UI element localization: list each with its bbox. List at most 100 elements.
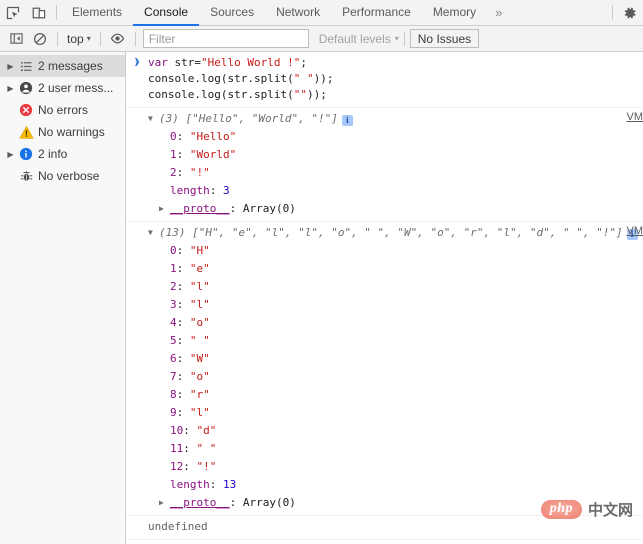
- error-icon: [17, 103, 35, 117]
- expand-arrow-icon[interactable]: ▶: [4, 62, 17, 71]
- live-expression-eye-icon[interactable]: [106, 27, 130, 51]
- filter-input[interactable]: [142, 29, 309, 48]
- tab-memory-label: Memory: [432, 5, 477, 19]
- array-length-value: 13: [223, 478, 237, 491]
- chevron-down-icon: ▾: [394, 33, 399, 43]
- expand-arrow-icon[interactable]: ▶: [4, 150, 17, 159]
- array-preview-label: ["Hello", "World", "!"]: [185, 112, 338, 125]
- inspect-element-icon[interactable]: [0, 0, 26, 26]
- sidebar-item-info-label: 2 info: [38, 147, 68, 161]
- sidebar-item-messages-label: 2 messages: [38, 59, 103, 73]
- array-item-value: "W": [189, 352, 210, 365]
- log-levels-selector[interactable]: Default levels ▾: [319, 32, 399, 46]
- execution-context-selector[interactable]: top ▾: [63, 30, 95, 48]
- array-item-row[interactable]: 7: "o": [126, 368, 643, 386]
- more-tabs-chevron-icon[interactable]: »: [487, 0, 510, 26]
- expand-triangle-icon[interactable]: ▶: [159, 494, 170, 512]
- code-string: " ": [293, 72, 314, 85]
- array-item-row[interactable]: 8: "r": [126, 386, 643, 404]
- console-log-message-2[interactable]: VM ▼ (13) ["H", "e", "l", "l", "o", " ", …: [126, 222, 643, 516]
- gear-icon[interactable]: [617, 0, 643, 26]
- tab-network[interactable]: Network: [265, 0, 331, 26]
- array-item-row[interactable]: 5: " ": [126, 332, 643, 350]
- array-item-key: 9: [170, 406, 177, 419]
- collapse-triangle-icon[interactable]: ▼: [148, 224, 159, 242]
- array-item-key: 1: [170, 148, 177, 161]
- console-message-list[interactable]: › var str="Hello World !"; console.log(s…: [126, 52, 643, 544]
- array-item-row[interactable]: 2: "l": [126, 278, 643, 296]
- tab-console[interactable]: Console: [133, 0, 200, 26]
- array-item-row[interactable]: 1: "e": [126, 260, 643, 278]
- array-length-row[interactable]: length: 13: [126, 476, 643, 494]
- command-line-3: console.log(str.split(""));: [126, 87, 643, 103]
- tab-performance[interactable]: Performance: [331, 0, 422, 26]
- tabbar-right-actions: [608, 0, 643, 25]
- collapse-triangle-icon[interactable]: ▼: [148, 110, 159, 128]
- console-command-message[interactable]: › var str="Hello World !"; console.log(s…: [126, 52, 643, 108]
- code-tail: ));: [313, 72, 334, 85]
- console-log-message-1[interactable]: VM ▼ (3) ["Hello", "World", "!"] i 0: "Hel…: [126, 108, 643, 222]
- array-preview-row-2[interactable]: ▼ (13) ["H", "e", "l", "l", "o", " ", "W"…: [126, 224, 643, 242]
- array-item-row[interactable]: 3: "l": [126, 296, 643, 314]
- toolbar-divider-4: [403, 31, 405, 46]
- code-tail: ;: [300, 56, 307, 69]
- sidebar-item-user-messages[interactable]: ▶ 2 user mess...: [0, 77, 125, 99]
- array-item-row[interactable]: 0: "Hello": [126, 128, 643, 146]
- sidebar-item-messages[interactable]: ▶ 2 messages: [0, 55, 125, 77]
- info-icon: [17, 147, 35, 161]
- array-item-row[interactable]: 10: "d": [126, 422, 643, 440]
- tab-sources[interactable]: Sources: [199, 0, 265, 26]
- array-proto-row[interactable]: ▶ __proto__: Array(0): [126, 200, 643, 218]
- array-length-key: length: [170, 184, 210, 197]
- console-prompt[interactable]: ❯: [126, 55, 643, 544]
- sidebar-item-info[interactable]: ▶ 2 info: [0, 143, 125, 165]
- array-item-key: 6: [170, 352, 177, 365]
- proto-key: __proto__: [170, 202, 230, 215]
- tab-memory[interactable]: Memory: [422, 0, 487, 26]
- no-issues-label: No Issues: [417, 31, 472, 46]
- code-string: "": [293, 88, 307, 101]
- array-item-row[interactable]: 12: "!": [126, 458, 643, 476]
- show-console-sidebar-icon[interactable]: [4, 27, 28, 51]
- source-vm-link-1[interactable]: VM: [627, 111, 643, 123]
- array-item-row[interactable]: 11: " ": [126, 440, 643, 458]
- array-item-row[interactable]: 4: "o": [126, 314, 643, 332]
- array-item-row[interactable]: 1: "World": [126, 146, 643, 164]
- console-body: ▶ 2 messages ▶ 2 user mess... No errors …: [0, 52, 643, 544]
- code-keyword: var: [148, 56, 175, 69]
- proto-value: Array(0): [242, 202, 296, 215]
- array-length-row[interactable]: length: 3: [126, 182, 643, 200]
- device-toolbar-icon[interactable]: [26, 0, 52, 26]
- expand-triangle-icon[interactable]: ▶: [159, 200, 170, 218]
- warning-icon: [17, 125, 35, 140]
- sidebar-item-errors[interactable]: No errors: [0, 99, 125, 121]
- array-item-value: "o": [189, 316, 210, 329]
- array-item-value: "l": [189, 298, 210, 311]
- tab-elements[interactable]: Elements: [61, 0, 133, 26]
- array-item-row[interactable]: 0: "H": [126, 242, 643, 260]
- array-length-value: 3: [223, 184, 230, 197]
- tab-elements-label: Elements: [72, 5, 123, 19]
- sidebar-item-verbose[interactable]: No verbose: [0, 165, 125, 187]
- array-item-row[interactable]: 6: "W": [126, 350, 643, 368]
- array-item-value: " ": [196, 442, 217, 455]
- array-item-row[interactable]: 9: "l": [126, 404, 643, 422]
- tab-performance-label: Performance: [342, 5, 411, 19]
- list-icon: [17, 60, 35, 73]
- array-item-key: 2: [170, 280, 177, 293]
- source-vm-link-2[interactable]: VM: [627, 225, 643, 237]
- sidebar-item-warnings[interactable]: No warnings: [0, 121, 125, 143]
- code-string: "Hello World !": [201, 56, 301, 69]
- array-item-value: "l": [189, 280, 210, 293]
- array-item-value: "o": [189, 370, 210, 383]
- clear-console-icon[interactable]: [28, 27, 52, 51]
- devtools-window: Elements Console Sources Network Perform…: [0, 0, 643, 544]
- array-preview-row-1[interactable]: ▼ (3) ["Hello", "World", "!"] i: [126, 110, 643, 128]
- no-issues-button[interactable]: No Issues: [409, 29, 480, 48]
- info-badge-icon: i: [341, 115, 353, 126]
- expand-arrow-icon[interactable]: ▶: [4, 84, 17, 93]
- tab-sources-label: Sources: [210, 5, 255, 19]
- code-text: str=: [174, 56, 202, 69]
- array-item-key: 12: [170, 460, 184, 473]
- array-item-row[interactable]: 2: "!": [126, 164, 643, 182]
